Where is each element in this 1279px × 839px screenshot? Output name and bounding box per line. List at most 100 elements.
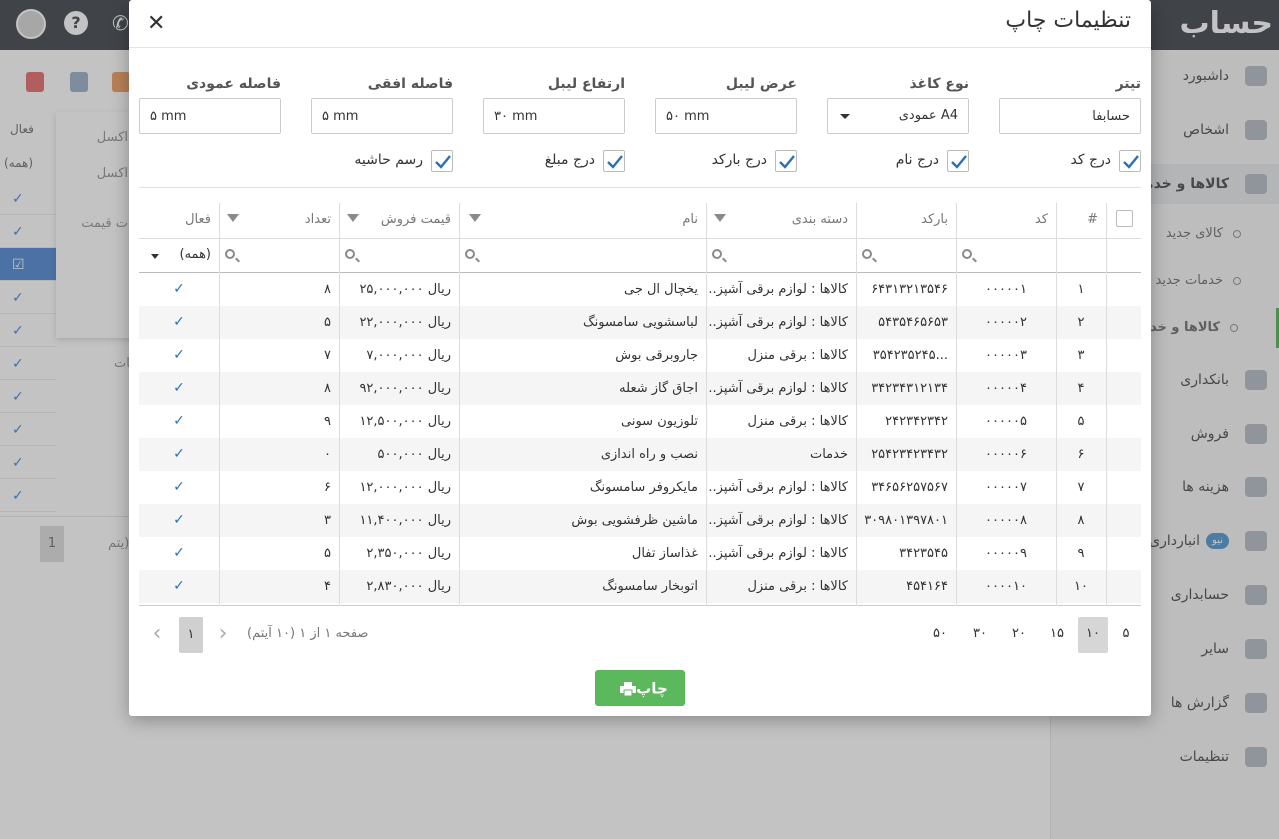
cell-index: ۱۰ [1074, 579, 1088, 594]
title-label: تیتر [1115, 76, 1141, 92]
table-row[interactable]: ۳ ۰۰۰۰۰۳ ...۳۵۴۲۳۵۲۴۵ کالاها : برقی منزل جار… [139, 339, 1141, 372]
vertical-gap-input[interactable] [139, 98, 281, 134]
search-icon [225, 249, 235, 259]
checkbox-insert-barcode[interactable]: درج بارکد [685, 150, 797, 172]
horizontal-gap-label: فاصله افقی [367, 76, 453, 92]
cell-name: لباسشویی سامسونگ [582, 315, 698, 330]
name-filter[interactable] [459, 239, 706, 273]
filter-icon[interactable] [347, 214, 359, 222]
prev-page-icon[interactable]: ‹ [145, 617, 169, 653]
cell-code: ۰۰۰۰۰۴ [985, 381, 1027, 396]
column-active[interactable]: فعال [139, 203, 219, 239]
print-button[interactable]: چاپ [595, 670, 685, 706]
label-width-input[interactable] [655, 98, 797, 134]
cell-barcode: ...۳۵۴۲۳۵۲۴۵ [872, 348, 948, 363]
label-height-input[interactable] [483, 98, 625, 134]
table-row[interactable]: ۹ ۰۰۰۰۰۹ ۳۴۲۳۵۴۵ کالاها : لوازم برقی آشپز..… [139, 537, 1141, 570]
checkbox-insert-code[interactable]: درج کد [1029, 150, 1141, 172]
checkbox-draw-border[interactable]: رسم حاشیه [341, 150, 453, 172]
price-filter[interactable] [339, 239, 459, 273]
check-icon: ✓ [173, 446, 185, 462]
column-barcode[interactable]: بارکد [856, 203, 956, 239]
cell-category: کالاها : لوازم برقی آشپز... [706, 546, 848, 561]
paper-type-value: A4 عمودی [898, 108, 958, 123]
checkbox[interactable] [947, 150, 969, 172]
checkbox-insert-price[interactable]: درج مبلغ [513, 150, 625, 172]
checkbox[interactable] [775, 150, 797, 172]
cell-sale-price: ریال ۵۰۰,۰۰۰ [377, 447, 451, 462]
checkbox-insert-name[interactable]: درج نام [857, 150, 969, 172]
column-category[interactable]: دسته بندی [706, 203, 856, 239]
page-size-option[interactable]: ۳۰ [965, 617, 995, 653]
page-size-option[interactable]: ۱۵ [1042, 617, 1072, 653]
cell-barcode: ۲۵۴۲۳۴۲۳۴۳۲ [871, 447, 948, 462]
table-row[interactable]: ۵ ۰۰۰۰۰۵ ۲۴۲۳۴۲۳۴۲ کالاها : برقی منزل تلوزیو… [139, 405, 1141, 438]
cell-sale-price: ریال ۷,۰۰۰,۰۰۰ [366, 348, 451, 363]
cell-index: ۷ [1077, 480, 1085, 495]
checkbox[interactable] [431, 150, 453, 172]
cell-category: کالاها : برقی منزل [747, 414, 848, 429]
cell-index: ۱ [1077, 282, 1085, 297]
paper-type-select[interactable]: A4 عمودی [827, 98, 969, 134]
filter-icon[interactable] [714, 214, 726, 222]
table-row[interactable]: ۶ ۰۰۰۰۰۶ ۲۵۴۲۳۴۲۳۴۳۲ خدمات نصب و راه اندازی ر… [139, 438, 1141, 471]
quantity-filter[interactable] [219, 239, 339, 273]
active-filter-select[interactable]: (همه) [139, 239, 219, 273]
cell-quantity: ۶ [324, 480, 331, 495]
column-code[interactable]: کد [956, 203, 1056, 239]
filter-icon[interactable] [469, 214, 481, 222]
select-all-checkbox[interactable] [1116, 210, 1133, 227]
cell-name: اتوبخار سامسونگ [602, 579, 698, 594]
page-size-option[interactable]: ۲۰ [1004, 617, 1034, 653]
page-size-option-active[interactable]: ۱۰ [1078, 617, 1108, 653]
header-select-all-cell [1106, 203, 1141, 239]
column-index[interactable]: # [1056, 203, 1106, 239]
table-row[interactable]: ۸ ۰۰۰۰۰۸ ۳۰۹۸۰۱۳۹۷۸۰۱ کالاها : لوازم برقی آ… [139, 504, 1141, 537]
page-size-option[interactable]: ۵۰ [925, 617, 955, 653]
table-row[interactable]: ۱۰ ۰۰۰۰۱۰ ۴۵۴۱۶۴ کالاها : برقی منزل اتوبخار … [139, 570, 1141, 603]
barcode-filter[interactable] [856, 239, 956, 273]
cell-quantity: ۰ [324, 447, 331, 462]
grid-body: ۱ ۰۰۰۰۰۱ ۶۴۳۱۳۲۱۳۵۴۶ کالاها : لوازم برقی آش… [139, 273, 1141, 606]
column-divider [706, 203, 707, 606]
next-page-icon[interactable]: › [211, 617, 235, 653]
search-icon [465, 249, 475, 259]
cell-quantity: ۳ [324, 513, 331, 528]
cell-code: ۰۰۰۰۰۳ [985, 348, 1027, 363]
check-icon: ✓ [173, 347, 185, 363]
column-sale-price[interactable]: قیمت فروش [339, 203, 459, 239]
current-page[interactable]: ۱ [179, 617, 203, 653]
checkbox[interactable] [1119, 150, 1141, 172]
check-icon: ✓ [173, 413, 185, 429]
code-filter[interactable] [956, 239, 1056, 273]
label-width-label: عرض لیبل [725, 76, 797, 92]
close-icon[interactable]: ✕ [147, 12, 165, 36]
horizontal-gap-input[interactable] [311, 98, 453, 134]
cell-code: ۰۰۰۰۰۸ [985, 513, 1027, 528]
column-name[interactable]: نام [459, 203, 706, 239]
table-row[interactable]: ۲ ۰۰۰۰۰۲ ۵۴۳۵۴۶۵۶۵۳ کالاها : لوازم برقی آشپ… [139, 306, 1141, 339]
table-row[interactable]: ۱ ۰۰۰۰۰۱ ۶۴۳۱۳۲۱۳۵۴۶ کالاها : لوازم برقی آش… [139, 273, 1141, 306]
cell-category: کالاها : لوازم برقی آشپز... [706, 381, 848, 396]
cell-name: نصب و راه اندازی [600, 447, 698, 462]
cell-sale-price: ریال ۲,۳۵۰,۰۰۰ [366, 546, 451, 561]
page-size-option[interactable]: ۵ [1111, 617, 1141, 653]
search-icon [862, 249, 872, 259]
check-icon: ✓ [173, 512, 185, 528]
dialog-header: تنظیمات چاپ ✕ [129, 0, 1151, 48]
cell-name: جاروبرقی بوش [615, 348, 698, 363]
cell-name: ماشین ظرفشویی بوش [571, 513, 698, 528]
category-filter[interactable] [706, 239, 856, 273]
checkbox[interactable] [603, 150, 625, 172]
column-quantity[interactable]: تعداد [219, 203, 339, 239]
check-icon: ✓ [173, 314, 185, 330]
cell-index: ۹ [1077, 546, 1085, 561]
cell-index: ۴ [1077, 381, 1085, 396]
table-row[interactable]: ۴ ۰۰۰۰۰۴ ۳۴۲۳۴۳۱۲۱۳۴ کالاها : لوازم برقی آش… [139, 372, 1141, 405]
filter-icon[interactable] [227, 214, 239, 222]
table-row[interactable]: ۷ ۰۰۰۰۰۷ ۳۴۶۵۶۲۵۷۵۶۷ کالاها : لوازم برقی آش… [139, 471, 1141, 504]
title-input[interactable] [999, 98, 1141, 134]
column-divider [339, 203, 340, 606]
check-icon: ✓ [173, 479, 185, 495]
search-icon [345, 249, 355, 259]
